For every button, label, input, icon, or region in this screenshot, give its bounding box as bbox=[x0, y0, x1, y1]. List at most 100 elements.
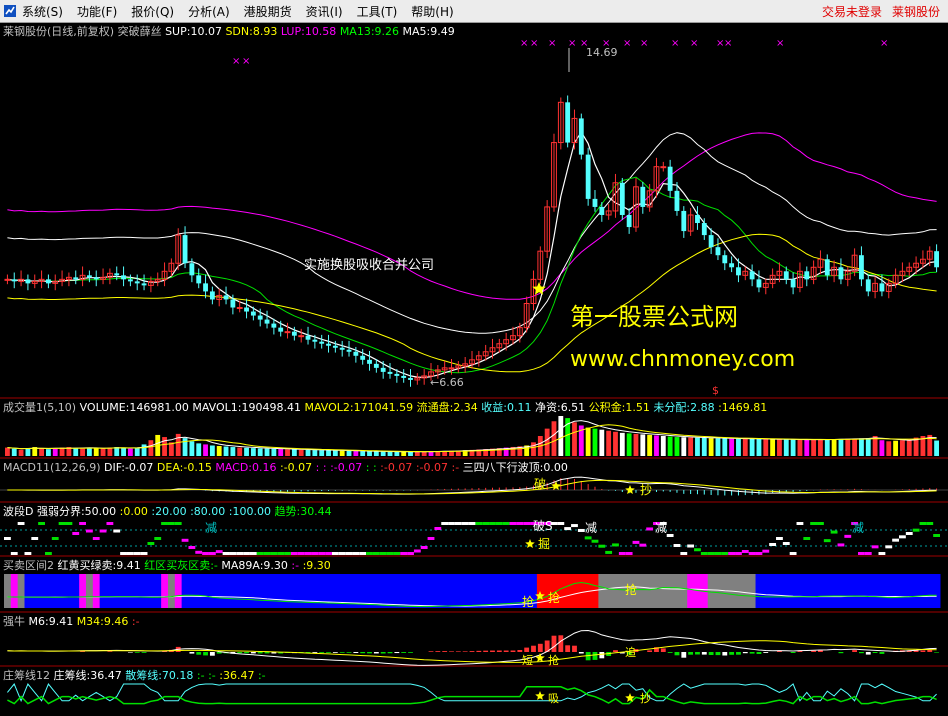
candle-body bbox=[25, 279, 31, 284]
zone-block bbox=[236, 574, 244, 608]
volume-bar bbox=[879, 440, 885, 456]
header-value: 公积金:1.51 bbox=[589, 400, 654, 414]
wave-bar bbox=[912, 528, 920, 532]
volume-bar bbox=[196, 443, 202, 456]
zone-block bbox=[646, 574, 654, 608]
wave-bar bbox=[386, 552, 394, 555]
zone-block bbox=[10, 574, 19, 608]
volume-bar bbox=[667, 436, 673, 456]
volume-bar bbox=[681, 437, 687, 456]
volume-bar bbox=[906, 439, 912, 456]
login-status[interactable]: 交易未登录 bbox=[822, 3, 882, 20]
volume-bar bbox=[367, 451, 372, 456]
bull-bar bbox=[476, 650, 482, 652]
zone-block bbox=[468, 574, 476, 608]
mavol2-line bbox=[7, 424, 937, 453]
wave-bar bbox=[366, 552, 373, 555]
bull-bar bbox=[667, 652, 673, 653]
volume-bar bbox=[701, 437, 707, 456]
wave-bar bbox=[919, 522, 927, 525]
header-value: 红黄买绿卖:9.41 bbox=[58, 558, 145, 572]
zone-block bbox=[571, 574, 579, 608]
wave-mark: 减 bbox=[585, 521, 597, 535]
header-value: 强牛 bbox=[3, 614, 29, 628]
header-value: :100.00 bbox=[229, 505, 275, 518]
wave-bar bbox=[297, 552, 305, 555]
header-value: DEA:-0.15 bbox=[157, 461, 215, 474]
volume-bar bbox=[319, 450, 325, 456]
volume-bar bbox=[339, 450, 345, 456]
volume-bar bbox=[551, 421, 557, 456]
candle-body bbox=[189, 263, 195, 276]
wave-bar bbox=[571, 524, 578, 528]
zone-block bbox=[926, 574, 934, 608]
header-value: 流通盘:2.34 bbox=[417, 400, 482, 414]
candle-body bbox=[223, 295, 229, 300]
volume-bar bbox=[45, 449, 51, 456]
bull-bar bbox=[749, 652, 755, 654]
volume-bar bbox=[722, 438, 728, 456]
bull-bar bbox=[107, 651, 113, 652]
zone-block bbox=[126, 574, 135, 608]
wave-bar bbox=[482, 522, 490, 525]
wave-bar bbox=[263, 552, 271, 555]
candle-body bbox=[312, 339, 318, 342]
header-value: M6:9.41 bbox=[29, 615, 77, 628]
volume-bar bbox=[312, 450, 318, 456]
zone-block bbox=[263, 574, 271, 608]
bull-mark: 抢 bbox=[548, 653, 559, 667]
volume-bar bbox=[783, 439, 789, 456]
panel-header-volume: 成交量1(5,10) VOLUME:146981.00 MAVOL1:19049… bbox=[3, 400, 767, 414]
volume-bar bbox=[209, 445, 215, 456]
volume-bar bbox=[414, 451, 420, 456]
zone-block bbox=[38, 574, 46, 608]
menu-system[interactable]: 系统(S) bbox=[22, 3, 63, 20]
menu-analysis[interactable]: 分析(A) bbox=[188, 3, 230, 20]
zone-block bbox=[639, 574, 647, 608]
volume-bar bbox=[203, 444, 208, 456]
wave-bar bbox=[434, 527, 442, 530]
wave-bar bbox=[311, 552, 319, 555]
bull-bar bbox=[729, 652, 735, 655]
wave-bar bbox=[666, 534, 674, 537]
wave-bar bbox=[120, 552, 127, 555]
header-value: :- bbox=[197, 669, 208, 682]
zone-block bbox=[605, 574, 613, 608]
wave-bar bbox=[687, 544, 695, 548]
menu-info[interactable]: 资讯(I) bbox=[306, 3, 343, 20]
zone-block bbox=[65, 574, 73, 608]
zone-block bbox=[489, 574, 497, 608]
bull-bar bbox=[141, 652, 147, 653]
bull-bar bbox=[708, 652, 714, 655]
banker-star-icon bbox=[535, 691, 545, 700]
wave-bar bbox=[721, 552, 729, 555]
zone-block bbox=[844, 574, 852, 608]
wave-bar bbox=[646, 527, 654, 531]
zone-block bbox=[284, 574, 292, 608]
wave-bar bbox=[461, 522, 469, 525]
menu-function[interactable]: 功能(F) bbox=[77, 3, 117, 20]
candle-body bbox=[244, 307, 249, 312]
wave-bar bbox=[174, 522, 182, 525]
menu-quote[interactable]: 报价(Q) bbox=[131, 3, 174, 20]
zone-block bbox=[4, 574, 12, 608]
header-value: : : bbox=[366, 461, 380, 474]
zone-block bbox=[659, 574, 668, 608]
volume-bar bbox=[52, 448, 58, 456]
bull-bar bbox=[517, 650, 523, 652]
volume-bar bbox=[73, 448, 79, 456]
menu-help[interactable]: 帮助(H) bbox=[411, 3, 453, 20]
wave-bar bbox=[236, 552, 244, 555]
zone-block bbox=[714, 574, 722, 608]
volume-bar bbox=[298, 449, 304, 456]
chart-area[interactable]: 莱钢股份(日线,前复权) 突破薛丝 SUP:10.07 SDN:8.93 LUP… bbox=[0, 22, 948, 716]
volume-bar bbox=[606, 430, 612, 456]
bull-bar bbox=[237, 652, 243, 654]
volume-bar bbox=[59, 447, 65, 456]
zone-block bbox=[113, 574, 121, 608]
volume-bar bbox=[852, 438, 858, 456]
menu-hk-futures[interactable]: 港股期货 bbox=[244, 3, 292, 20]
menu-tools[interactable]: 工具(T) bbox=[357, 3, 398, 20]
bull-bar bbox=[332, 652, 338, 653]
buysell-mark: 抢 bbox=[625, 582, 637, 597]
